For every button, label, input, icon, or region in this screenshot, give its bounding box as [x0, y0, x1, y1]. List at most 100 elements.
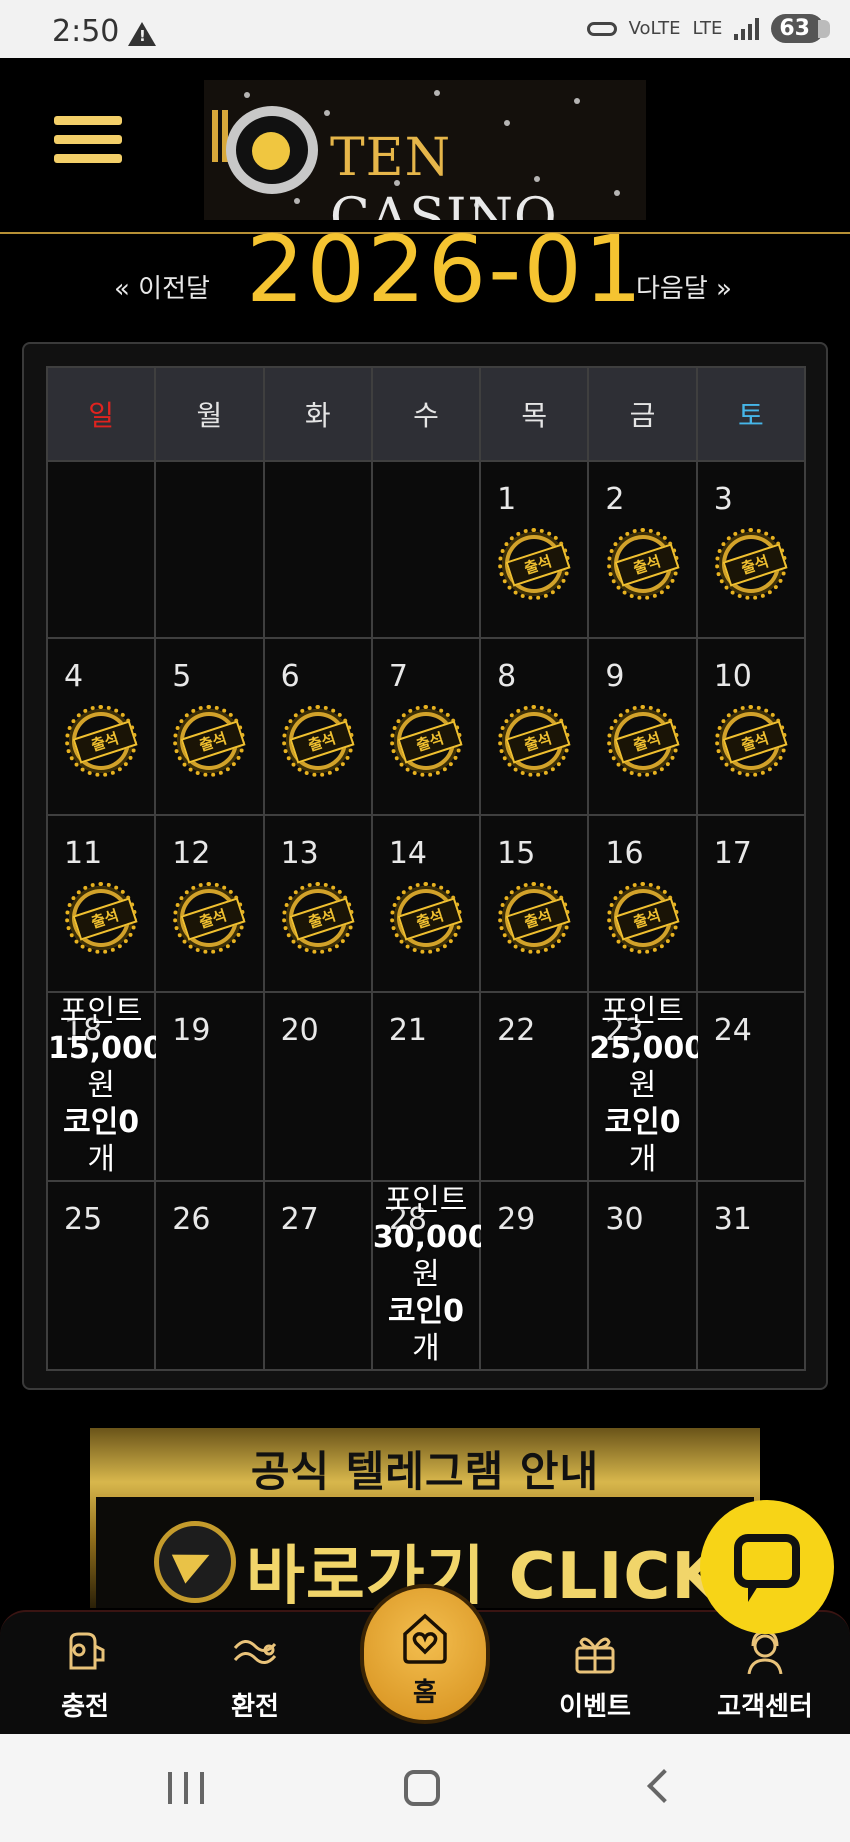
- stamp-label: 출석: [72, 720, 138, 764]
- calendar-day-cell: 18 포인트 15,000 원 코인0 개: [45, 991, 164, 1182]
- home-label: 홈: [413, 1678, 437, 1708]
- attendance-stamp-icon: 출석: [606, 882, 680, 954]
- weekday-thursday: 목: [479, 366, 590, 462]
- stamp-label: 출석: [289, 720, 355, 764]
- calendar-day-cell: 28 포인트 30,000 원 코인0 개: [370, 1180, 489, 1371]
- day-number: 31: [713, 1202, 752, 1237]
- logo-brand-text: TEN CASINO: [330, 128, 558, 220]
- calendar-day-cell: 20: [262, 991, 373, 1182]
- attendance-stamp-icon: 출석: [606, 705, 680, 777]
- site-header: TEN CASINO: [0, 58, 850, 234]
- chat-button[interactable]: [700, 1500, 834, 1634]
- charge-icon: [69, 1632, 105, 1670]
- banner-title: 공식 텔레그램 안내: [250, 1447, 600, 1496]
- attendance-stamp-icon: 출석: [389, 705, 463, 777]
- calendar-day-cell: 9 출석: [587, 637, 698, 816]
- attendance-stamp-icon: 출석: [389, 882, 463, 954]
- attendance-stamp-icon: 출석: [65, 882, 138, 954]
- nav-exchange[interactable]: 환전: [170, 1612, 340, 1736]
- reward-line: 원: [412, 1257, 440, 1292]
- logo-eye-icon: [226, 106, 318, 194]
- back-icon[interactable]: [647, 1769, 681, 1803]
- day-number: 25: [64, 1202, 103, 1237]
- day-number: 24: [713, 1013, 752, 1048]
- stamp-label: 출석: [722, 720, 788, 764]
- day-number: 20: [280, 1013, 319, 1048]
- calendar-day-cell: 5 출석: [154, 637, 265, 816]
- day-number: 12: [172, 836, 211, 871]
- nav-event[interactable]: 이벤트: [510, 1612, 680, 1736]
- day-number: 2: [605, 482, 625, 517]
- status-bar: 2:50 VoLTE LTE 63: [0, 0, 850, 58]
- calendar-day-cell: 8 출석: [479, 637, 590, 816]
- weekday-tuesday: 화: [262, 366, 373, 462]
- stamp-label: 출석: [613, 543, 680, 587]
- reward-line: 15,000: [48, 1031, 164, 1066]
- calendar-day-cell: 27: [262, 1180, 373, 1371]
- day-number: 8: [497, 659, 517, 694]
- stamp-label: 출석: [397, 720, 463, 764]
- calendar-day-cell: 6 출석: [262, 637, 373, 816]
- calendar-day-cell: 25: [45, 1180, 157, 1371]
- day-number: 30: [605, 1202, 644, 1237]
- day-number: 17: [713, 836, 752, 871]
- nav-home-button[interactable]: 홈: [360, 1584, 490, 1724]
- system-home-icon[interactable]: [404, 1770, 440, 1806]
- calendar-day-cell: 10 출석: [695, 637, 807, 816]
- day-number: 1: [497, 482, 517, 517]
- reward-line: 코인0: [604, 1105, 681, 1140]
- stamp-label: 출석: [613, 720, 680, 764]
- attendance-stamp-icon: 출석: [173, 882, 246, 954]
- calendar-day-cell: 2 출석: [587, 460, 698, 639]
- calendar-empty-cell: [45, 460, 157, 639]
- calendar-day-cell: 14 출석: [370, 814, 482, 993]
- day-number: 4: [64, 659, 84, 694]
- attendance-stamp-icon: 출석: [281, 882, 355, 954]
- attendance-stamp-icon: 출석: [498, 528, 571, 600]
- calendar-day-cell: 15 출석: [479, 814, 590, 993]
- stamp-label: 출석: [613, 897, 680, 941]
- status-system-icons: VoLTE LTE 63: [586, 14, 830, 43]
- calendar-day-cell: 24: [695, 991, 807, 1182]
- attendance-stamp-icon: 출석: [606, 528, 680, 600]
- reward-line: 포인트: [384, 1183, 468, 1218]
- weekday-friday: 금: [587, 366, 698, 462]
- day-number: 9: [605, 659, 625, 694]
- banner-cta-text: 바로가기 CLICK: [246, 1540, 722, 1608]
- recent-apps-icon[interactable]: [168, 1772, 204, 1804]
- key-icon: [586, 21, 617, 36]
- warning-icon: [128, 22, 156, 46]
- nav-charge[interactable]: 충전: [0, 1612, 170, 1736]
- calendar-day-cell: 13 출석: [262, 814, 373, 993]
- calendar-day-cell: 19: [154, 991, 265, 1182]
- calendar-day-cell: 4 출석: [45, 637, 157, 816]
- month-title: 2026-01: [246, 216, 645, 323]
- attendance-stamp-icon: 출석: [65, 705, 138, 777]
- prev-month-link[interactable]: « 이전달: [114, 268, 210, 305]
- chat-bubble-icon: [734, 1534, 800, 1602]
- menu-icon[interactable]: [54, 116, 122, 172]
- weekday-saturday: 토: [695, 366, 807, 462]
- stamp-label: 출석: [505, 897, 571, 941]
- attendance-stamp-icon: 출석: [173, 705, 246, 777]
- calendar-day-cell: 31: [695, 1180, 807, 1371]
- reward-info: 포인트 15,000 원 코인0 개: [48, 993, 164, 1178]
- calendar-day-cell: 3 출석: [695, 460, 807, 639]
- reward-line: 25,000: [589, 1031, 706, 1066]
- stamp-label: 출석: [505, 720, 571, 764]
- reward-line: 원: [628, 1068, 657, 1103]
- reward-info: 포인트 25,000 원 코인0 개: [589, 993, 706, 1178]
- reward-line: 원: [87, 1068, 115, 1103]
- calendar-grid: 일 월 화 수 목 금 토 1 출석 2 출석 3 출석 4 출석 5 출석 6 출석 7 출석 8 출석 9 출…: [45, 366, 807, 1371]
- calendar-day-cell: 26: [154, 1180, 265, 1371]
- telegram-banner[interactable]: 공식 텔레그램 안내 바로가기 CLICK: [90, 1428, 760, 1608]
- day-number: 6: [280, 659, 300, 694]
- ten-casino-logo[interactable]: TEN CASINO: [204, 80, 646, 220]
- next-month-link[interactable]: 다음달 »: [636, 268, 732, 305]
- calendar-day-cell: 17: [695, 814, 807, 993]
- month-navigation: « 이전달 2026-01 다음달 »: [0, 216, 850, 338]
- calendar-empty-cell: [262, 460, 373, 639]
- calendar-day-cell: 21: [370, 991, 482, 1182]
- day-number: 7: [388, 659, 408, 694]
- stamp-label: 출석: [289, 897, 355, 941]
